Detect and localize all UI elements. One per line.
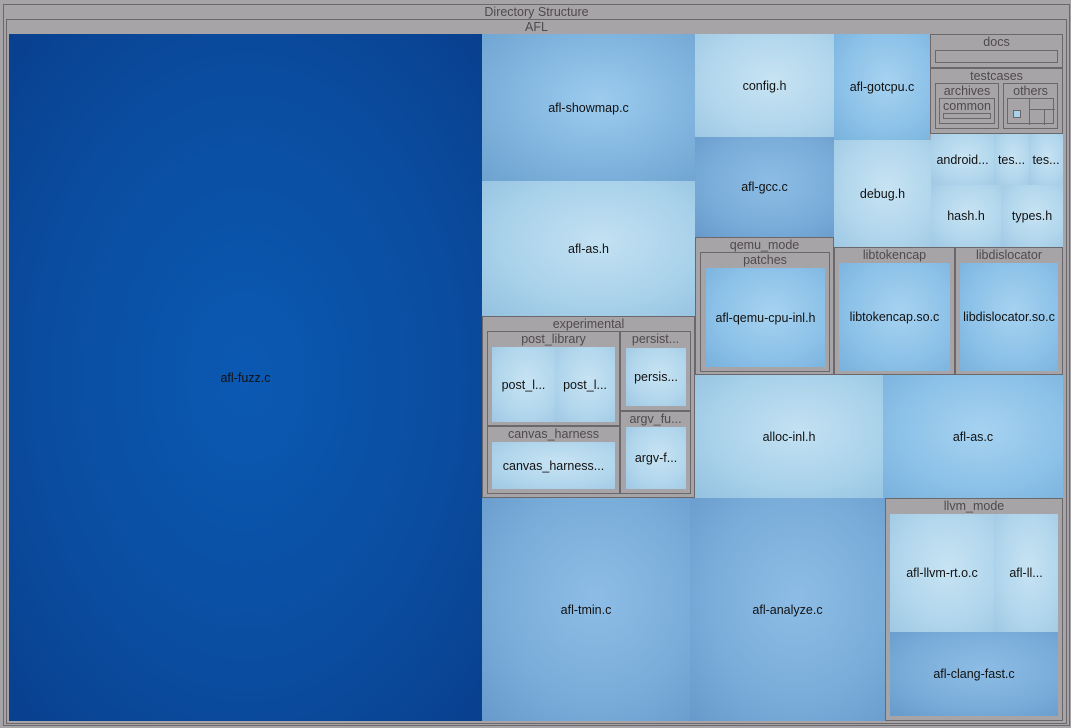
docs-content — [935, 50, 1058, 63]
dir-label: testcases — [970, 69, 1023, 83]
dir-label: archives — [943, 84, 991, 98]
file-afl-qemu-cpu-inl[interactable]: afl-qemu-cpu-inl.h — [706, 268, 825, 367]
file-afl-tmin[interactable]: afl-tmin.c — [482, 498, 690, 721]
dir-label: post_library — [521, 332, 586, 346]
file-label: alloc-inl.h — [762, 430, 816, 444]
file-persis[interactable]: persis... — [626, 348, 686, 406]
file-label: afl-as.h — [568, 241, 609, 256]
file-libtokencap-so[interactable]: libtokencap.so.c — [839, 263, 950, 371]
dir-common[interactable]: common — [939, 98, 995, 124]
file-afl-llvm-rt[interactable]: afl-llvm-rt.o.c — [890, 514, 994, 632]
file-label: persis... — [634, 370, 678, 384]
file-label: canvas_harness... — [502, 458, 605, 473]
file-label: afl-gotcpu.c — [849, 80, 915, 94]
file-android[interactable]: android... — [931, 134, 994, 185]
file-post-l-1[interactable]: post_l... — [492, 347, 555, 422]
others-content — [1007, 98, 1055, 125]
file-canvas-harness[interactable]: canvas_harness... — [492, 442, 615, 489]
dir-label: llvm_mode — [943, 499, 1005, 513]
dir-experimental[interactable]: experimental post_library post_l... post… — [482, 316, 695, 498]
file-label: tes... — [1032, 152, 1060, 167]
file-tes-2[interactable]: tes... — [1029, 134, 1063, 185]
dir-llvm-mode[interactable]: llvm_mode afl-llvm-rt.o.c afl-ll... afl-… — [885, 498, 1063, 721]
file-afl-ll[interactable]: afl-ll... — [994, 514, 1058, 632]
file-label: afl-ll... — [1009, 566, 1043, 580]
file-afl-gcc[interactable]: afl-gcc.c — [695, 137, 834, 237]
others-file-tile[interactable] — [1013, 110, 1021, 118]
file-afl-analyze[interactable]: afl-analyze.c — [690, 498, 885, 721]
dir-archives[interactable]: archives common — [935, 83, 999, 129]
file-afl-clang-fast[interactable]: afl-clang-fast.c — [890, 632, 1058, 716]
file-types-h[interactable]: types.h — [1001, 185, 1063, 247]
file-label: afl-as.c — [952, 430, 994, 444]
file-hash-h[interactable]: hash.h — [931, 185, 1001, 247]
file-label: argv-f... — [634, 451, 678, 465]
dir-qemu-mode[interactable]: qemu_mode patches afl-qemu-cpu-inl.h — [695, 237, 834, 375]
dir-label: docs — [983, 35, 1010, 49]
dir-label: common — [943, 99, 991, 113]
dir-label: canvas_harness — [507, 427, 600, 441]
file-label: debug.h — [859, 186, 906, 201]
file-post-l-2[interactable]: post_l... — [555, 347, 615, 422]
file-afl-as-c[interactable]: afl-as.c — [883, 375, 1063, 499]
dir-label: argv_fu... — [629, 412, 682, 426]
dir-label: libdislocator — [975, 248, 1042, 262]
divider — [1044, 109, 1045, 125]
file-label: libtokencap.so.c — [849, 310, 940, 324]
file-argv-f[interactable]: argv-f... — [626, 427, 686, 489]
dir-testcases[interactable]: testcases archives common others — [930, 68, 1063, 134]
file-config-h[interactable]: config.h — [695, 34, 834, 137]
file-afl-fuzz[interactable]: afl-fuzz.c — [9, 34, 482, 721]
file-label: types.h — [1011, 209, 1053, 223]
file-label: post_l... — [501, 377, 546, 392]
file-afl-as-h[interactable]: afl-as.h — [482, 181, 695, 316]
window-title: Directory Structure — [484, 5, 589, 19]
dir-libdislocator[interactable]: libdislocator libdislocator.so.c — [955, 247, 1063, 375]
dir-afl-label: AFL — [525, 20, 548, 34]
dir-patches[interactable]: patches afl-qemu-cpu-inl.h — [700, 252, 830, 372]
common-content — [943, 113, 991, 119]
file-afl-showmap[interactable]: afl-showmap.c — [482, 34, 695, 181]
file-label: afl-analyze.c — [752, 602, 823, 617]
file-label: libdislocator.so.c — [963, 310, 1055, 324]
dir-docs[interactable]: docs — [930, 34, 1063, 68]
file-label: hash.h — [947, 209, 985, 223]
dir-persist[interactable]: persist... persis... — [620, 331, 691, 411]
dir-argv-fu[interactable]: argv_fu... argv-f... — [620, 411, 691, 494]
file-label: afl-qemu-cpu-inl.h — [715, 310, 816, 325]
file-label: android... — [936, 152, 989, 167]
dir-others[interactable]: others — [1003, 83, 1058, 129]
file-tes-1[interactable]: tes... — [994, 134, 1029, 185]
file-label: afl-gcc.c — [741, 180, 788, 194]
file-label: tes... — [997, 152, 1026, 167]
file-label: post_l... — [563, 377, 607, 392]
file-libdislocator-so[interactable]: libdislocator.so.c — [960, 263, 1058, 371]
file-label: afl-clang-fast.c — [933, 667, 1015, 681]
dir-canvas-harness[interactable]: canvas_harness canvas_harness... — [487, 426, 620, 494]
file-afl-gotcpu[interactable]: afl-gotcpu.c — [834, 34, 930, 140]
dir-label: libtokencap — [862, 248, 927, 262]
file-debug-h[interactable]: debug.h — [834, 140, 931, 247]
dir-label: experimental — [552, 317, 625, 331]
dir-label: qemu_mode — [729, 238, 800, 252]
file-label: afl-fuzz.c — [220, 370, 271, 385]
divider — [1029, 109, 1055, 110]
dir-libtokencap[interactable]: libtokencap libtokencap.so.c — [834, 247, 955, 375]
file-label: afl-showmap.c — [548, 100, 629, 115]
dir-label: persist... — [631, 332, 680, 346]
dir-post-library[interactable]: post_library post_l... post_l... — [487, 331, 620, 426]
file-label: afl-llvm-rt.o.c — [906, 566, 978, 580]
file-label: afl-tmin.c — [560, 602, 612, 617]
dir-label: others — [1013, 84, 1048, 98]
file-alloc-inl-h[interactable]: alloc-inl.h — [695, 375, 883, 499]
dir-label: patches — [743, 253, 787, 267]
file-label: config.h — [742, 78, 787, 93]
divider — [1029, 99, 1030, 125]
